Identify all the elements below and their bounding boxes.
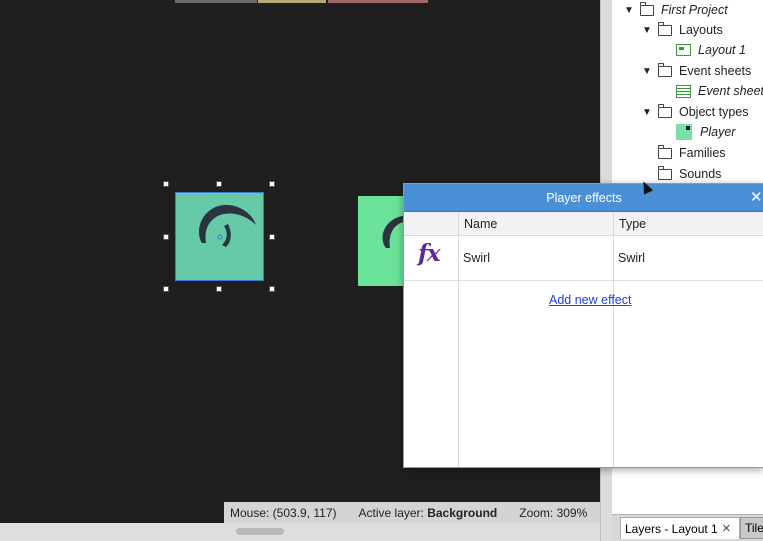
- tab-strip-segment: [328, 0, 428, 3]
- column-header-icon: [404, 212, 459, 236]
- tab-tilemap[interactable]: Tile: [740, 517, 763, 539]
- player-sprite[interactable]: [358, 196, 404, 286]
- status-bar: Mouse: (503.9, 117) Active layer: Backgr…: [224, 502, 600, 523]
- resize-handle[interactable]: [269, 234, 275, 240]
- zoom-level: Zoom: 309%: [519, 505, 588, 520]
- tab-layers-layout-1[interactable]: Layers - Layout 1 ✕: [620, 517, 740, 539]
- row-divider: [404, 280, 763, 281]
- tree-item-layouts[interactable]: ▼ Layouts: [642, 20, 723, 40]
- folder-icon: [658, 165, 672, 180]
- tree-item-player[interactable]: Player: [676, 122, 735, 142]
- tree-item-first-project[interactable]: ▼ First Project: [624, 0, 728, 20]
- bottom-tab-bar: Layers - Layout 1 ✕ Tile: [612, 514, 763, 541]
- event-sheet-icon: [676, 84, 691, 98]
- close-icon[interactable]: ✕: [722, 522, 731, 535]
- tab-strip-segment: [175, 0, 257, 3]
- column-divider: [613, 212, 614, 467]
- swirl-graphic: [382, 216, 404, 248]
- fx-icon: fx: [418, 240, 441, 267]
- expand-arrow-icon[interactable]: ▼: [624, 5, 634, 16]
- tree-item-layout-1[interactable]: Layout 1: [676, 40, 746, 60]
- layout-icon: [676, 44, 691, 56]
- tree-item-object-types[interactable]: ▼ Object types: [642, 102, 748, 122]
- mouse-position: Mouse: (503.9, 117): [230, 505, 337, 520]
- resize-handle[interactable]: [216, 181, 222, 187]
- swirl-graphic: [198, 204, 256, 247]
- resize-handle[interactable]: [216, 286, 222, 292]
- dialog-title-bar[interactable]: Player effects ✕: [404, 184, 763, 212]
- tree-item-sounds[interactable]: Sounds: [658, 164, 721, 184]
- resize-handle[interactable]: [269, 181, 275, 187]
- column-header-name[interactable]: Name: [459, 212, 614, 236]
- expand-arrow-icon[interactable]: ▼: [642, 25, 652, 36]
- player-sprite-selected[interactable]: [175, 192, 264, 281]
- expand-arrow-icon[interactable]: ▼: [642, 107, 652, 118]
- column-header-type[interactable]: Type: [614, 212, 763, 236]
- folder-icon: [658, 144, 672, 159]
- tree-item-families[interactable]: Families: [658, 143, 726, 163]
- tree-item-event-sheet[interactable]: Event sheet: [676, 81, 763, 101]
- effect-name: Swirl: [463, 251, 491, 265]
- expand-arrow-icon[interactable]: ▼: [642, 66, 652, 77]
- close-icon[interactable]: ✕: [750, 188, 763, 206]
- effects-dialog: Player effects ✕ Name Type fx Swirl Swir…: [403, 183, 763, 468]
- folder-icon: [658, 103, 672, 118]
- player-sprite-icon: [676, 124, 692, 140]
- add-new-effect-link[interactable]: Add new effect: [549, 293, 631, 307]
- effect-type: Swirl: [618, 251, 646, 265]
- horizontal-scrollbar[interactable]: [0, 523, 600, 541]
- folder-icon: [640, 1, 654, 16]
- folder-icon: [658, 21, 672, 36]
- resize-handle[interactable]: [269, 286, 275, 292]
- dialog-title: Player effects: [546, 190, 622, 205]
- resize-handle[interactable]: [163, 181, 169, 187]
- resize-handle[interactable]: [163, 234, 169, 240]
- resize-handle[interactable]: [163, 286, 169, 292]
- scrollbar-thumb[interactable]: [236, 528, 284, 535]
- tab-strip-segment: [258, 0, 326, 3]
- tree-item-event-sheets[interactable]: ▼ Event sheets: [642, 61, 751, 81]
- folder-icon: [658, 62, 672, 77]
- active-layer: Active layer: Background: [358, 505, 498, 520]
- column-divider: [458, 212, 459, 467]
